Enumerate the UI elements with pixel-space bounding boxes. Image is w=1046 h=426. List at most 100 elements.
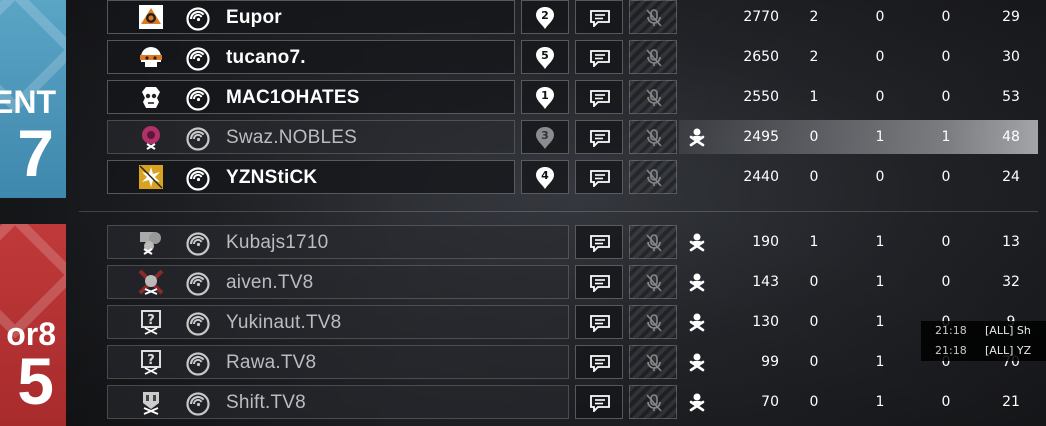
mute-button[interactable] (629, 120, 677, 154)
player-name-box[interactable]: ? Yukinaut.TV8 (107, 305, 569, 339)
player-name: Rawa.TV8 (226, 352, 317, 373)
red-team-banner: or8 5 (0, 224, 66, 426)
chat-button[interactable] (575, 120, 623, 154)
mute-button[interactable] (629, 0, 677, 34)
uplay-icon (186, 392, 210, 416)
player-row: ?Yukinaut.TV81300109 (79, 305, 1038, 343)
uplay-icon (186, 312, 210, 336)
team-separator (79, 211, 1038, 212)
stat-score: 2550 (743, 89, 779, 105)
chat-button[interactable] (575, 40, 623, 74)
mute-button[interactable] (629, 80, 677, 114)
rank-box: 1 (521, 80, 569, 114)
player-row: aiven.TV8 143 0 1 0 32 (79, 265, 1038, 303)
stat-score: 70 (761, 394, 779, 410)
stat-assists: 1 (875, 314, 885, 330)
chat-icon (589, 169, 611, 187)
operator-icon-helmet (138, 44, 164, 70)
rank-box: 5 (521, 40, 569, 74)
chat-line: 21:18 [ALL] Sh (921, 321, 1046, 341)
stat-assists: 1 (875, 234, 885, 250)
stat-assists: 0 (875, 89, 885, 105)
mic-muted-icon (644, 273, 664, 293)
unknown-operator-icon: ? (138, 349, 164, 375)
rank-number: 3 (541, 129, 549, 142)
player-name: Eupor (226, 7, 282, 28)
stat-score: 2650 (743, 49, 779, 65)
chat-button[interactable] (575, 225, 623, 259)
stat-kills: 0 (809, 314, 819, 330)
stat-kills: 1 (809, 234, 819, 250)
chat-button[interactable] (575, 305, 623, 339)
stat-kills: 1 (809, 89, 819, 105)
stat-ping: 24 (1002, 169, 1020, 185)
mute-button[interactable] (629, 345, 677, 379)
player-name-box[interactable]: Eupor (107, 0, 515, 34)
mute-button[interactable] (629, 305, 677, 339)
stat-kills: 0 (809, 274, 819, 290)
stat-ping: 48 (1002, 129, 1020, 145)
player-name-box[interactable]: ? Rawa.TV8 (107, 345, 569, 379)
svg-text:?: ? (147, 313, 155, 328)
mute-button[interactable] (629, 225, 677, 259)
player-name: Kubajs1710 (226, 232, 329, 253)
chat-log: 21:18 [ALL] Sh 21:18 [ALL] YZ (921, 321, 1046, 361)
player-name-box[interactable]: aiven.TV8 (107, 265, 569, 299)
chat-button[interactable] (575, 0, 623, 34)
chat-button[interactable] (575, 80, 623, 114)
stat-assists: 1 (875, 394, 885, 410)
mic-muted-icon (644, 8, 664, 28)
player-row: Shift.TV8 70 0 1 0 21 (79, 385, 1038, 423)
stat-deaths: 0 (941, 49, 951, 65)
dead-status-icon (685, 391, 709, 415)
chat-icon (589, 354, 611, 372)
uplay-icon (186, 167, 210, 191)
chat-icon (589, 314, 611, 332)
mic-muted-icon (644, 168, 664, 188)
chat-button[interactable] (575, 385, 623, 419)
stat-score: 130 (752, 314, 779, 330)
player-name-box[interactable]: Kubajs1710 (107, 225, 569, 259)
player-name-box[interactable]: Shift.TV8 (107, 385, 569, 419)
stat-kills: 2 (809, 49, 819, 65)
stat-deaths: 0 (941, 169, 951, 185)
stat-deaths: 0 (941, 394, 951, 410)
player-name: Yukinaut.TV8 (226, 312, 342, 333)
mute-button[interactable] (629, 385, 677, 419)
rank-number: 1 (541, 89, 549, 102)
stat-ping: 29 (1002, 9, 1020, 25)
stat-kills: 0 (809, 129, 819, 145)
stat-ping: 21 (1002, 394, 1020, 410)
mute-button[interactable] (629, 265, 677, 299)
player-name-box[interactable]: YZNStiCK (107, 160, 515, 194)
mic-muted-icon (644, 128, 664, 148)
player-row: ? Rawa.TV8 99 0 1 0 70 (79, 345, 1038, 383)
chat-button[interactable] (575, 345, 623, 379)
player-name: tucano7. (226, 47, 306, 68)
operator-icon-mask (138, 389, 164, 415)
player-name-box[interactable]: Swaz.NOBLES (107, 120, 515, 154)
stat-score: 99 (761, 354, 779, 370)
mute-button[interactable] (629, 40, 677, 74)
stat-assists: 1 (875, 129, 885, 145)
chat-line: 21:18 [ALL] YZ (921, 341, 1046, 361)
uplay-icon (186, 272, 210, 296)
stat-assists: 0 (875, 9, 885, 25)
mic-muted-icon (644, 88, 664, 108)
chat-message: [ALL] YZ (985, 344, 1032, 357)
dead-status-icon (685, 271, 709, 295)
dead-status-icon (685, 311, 709, 335)
rank-number: 2 (541, 9, 549, 22)
player-name-box[interactable]: MAC1OHATES (107, 80, 515, 114)
red-team-score: 5 (17, 344, 54, 418)
unknown-operator-icon: ? (138, 309, 164, 335)
stat-assists: 1 (875, 274, 885, 290)
chat-time: 21:18 (935, 324, 967, 337)
rank-box: 4 (521, 160, 569, 194)
mute-button[interactable] (629, 160, 677, 194)
player-name: Shift.TV8 (226, 392, 306, 413)
chat-button[interactable] (575, 160, 623, 194)
chat-button[interactable] (575, 265, 623, 299)
player-row: Kubajs1710 190 1 1 0 13 (79, 225, 1038, 263)
player-name-box[interactable]: tucano7. (107, 40, 515, 74)
